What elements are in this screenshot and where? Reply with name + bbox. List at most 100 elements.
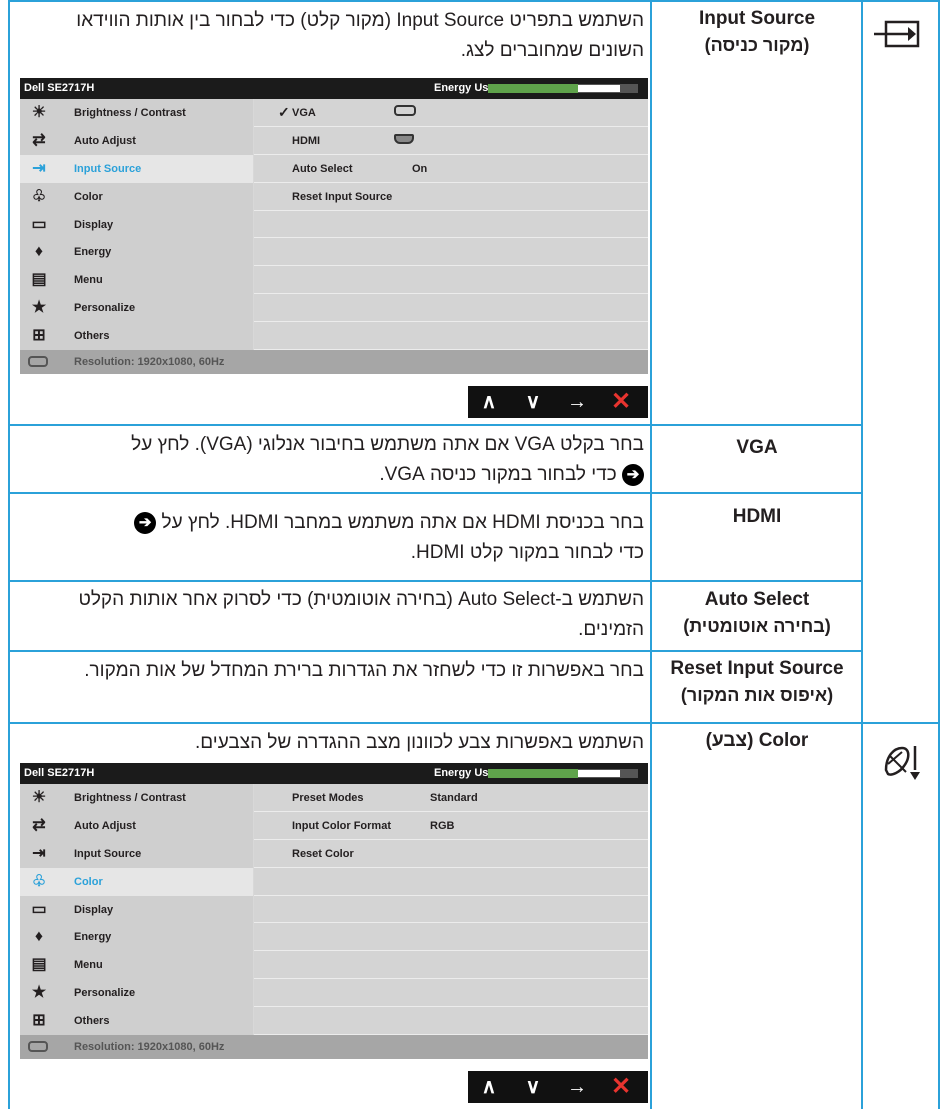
osd-submenu-row	[254, 951, 648, 980]
osd-menu-item[interactable]: ⇥ Input Source	[20, 154, 253, 183]
osd-menu-label: Personalize	[74, 987, 136, 1000]
label-he: (מקור כניסה)	[704, 35, 810, 55]
osd-menu-item[interactable]: ♦ Energy	[20, 923, 253, 951]
menu-icon: ▤	[31, 956, 47, 974]
osd-menu-item[interactable]: ☀ Brightness / Contrast	[20, 99, 253, 127]
label-he: (איפוס אות המקור)	[680, 685, 834, 705]
nav-down-button[interactable]: ∨	[518, 389, 548, 415]
label-auto-select: Auto Select (בחירה אוטומטית)	[654, 587, 860, 639]
osd-menu-label: Display	[74, 903, 114, 916]
osd-title-bar: Dell SE2717H Energy Use	[20, 78, 648, 99]
color-icon: ♧	[31, 872, 47, 890]
star-icon: ★	[31, 299, 47, 317]
desc-color: השתמש באפשרות צבע לכוונון מצב ההגדרה של …	[194, 732, 644, 753]
others-icon: ⊞	[32, 1012, 46, 1030]
osd-menu-label: Others	[74, 1015, 110, 1028]
osd-body: ☀ Brightness / Contrast ⇄ Auto Adjust ⇥ Input…	[20, 784, 648, 1036]
osd-menu-item[interactable]: ▤ Menu	[20, 951, 253, 979]
osd-menu-item[interactable]: ▤ Menu	[20, 266, 253, 294]
label-reset-input: Reset Input Source (איפוס אות המקור)	[654, 656, 860, 708]
nav-enter-button[interactable]: →	[562, 1074, 592, 1100]
table-border-top	[8, 0, 940, 2]
input-source-icon: ⇥	[32, 159, 46, 177]
osd-submenu-row[interactable]: HDMI	[254, 127, 648, 155]
row-divider	[8, 722, 940, 724]
osd-submenu-row[interactable]: Preset Modes Standard	[254, 784, 648, 812]
label-he: (בחירה אוטומטית)	[683, 616, 831, 636]
osd-menu-item[interactable]: ♦ Energy	[20, 238, 253, 266]
osd-menu-label: Brightness / Contrast	[74, 107, 186, 119]
osd-menu-item[interactable]: ▭ Display	[20, 211, 253, 239]
energy-meter	[488, 84, 638, 93]
sun-icon: ☀	[31, 104, 47, 121]
osd-submenu-row	[254, 211, 648, 239]
osd-menu-label: Color	[74, 190, 103, 203]
osd-menu: ☀ Brightness / Contrast ⇄ Auto Adjust ⇥ Input…	[20, 784, 253, 1035]
desc-input-source: השתמש בתפריט Input Source (מקור קלט) כדי…	[76, 10, 644, 61]
osd-menu-label: Others	[74, 330, 110, 343]
osd-submenu: Preset Modes Standard Input Color Format RG…	[254, 784, 648, 1036]
osd-model: Dell SE2717H	[24, 767, 95, 779]
osd-menu-label: Display	[74, 218, 114, 231]
osd-menu-item[interactable]: ⊞ Others	[20, 322, 253, 350]
osd-menu-item[interactable]: ♧ Color	[20, 867, 253, 896]
display-icon: ▭	[31, 900, 47, 918]
osd-menu-item[interactable]: ⇄ Auto Adjust	[20, 127, 253, 155]
osd-submenu-row[interactable]: Reset Color	[254, 840, 648, 868]
osd-menu: ☀ Brightness / Contrast ⇄ Auto Adjust ⇥ Input…	[20, 99, 253, 350]
osd-menu-label: Personalize	[74, 302, 136, 315]
desc-text: כדי לבחור במקור כניסה VGA.	[379, 464, 617, 485]
row-divider	[8, 650, 863, 652]
manual-page: Input Source (מקור כניסה) VGA HDMI Auto …	[8, 0, 940, 1109]
osd-submenu-row[interactable]: ✓ VGA	[254, 99, 648, 127]
osd-menu-label: Auto Adjust	[74, 134, 136, 147]
energy-icon: ♦	[34, 928, 44, 946]
desc-vga: בחר בקלט VGA אם אתה משתמש בחיבור אנלוגי …	[18, 430, 644, 490]
osd-submenu-row	[254, 868, 648, 896]
osd-option-label: Input Color Format	[292, 819, 391, 832]
osd-menu-item[interactable]: ☀ Brightness / Contrast	[20, 784, 253, 812]
osd-menu-item[interactable]: ▭ Display	[20, 896, 253, 924]
nav-up-button[interactable]: ∧	[474, 389, 504, 415]
osd-option-label: VGA	[292, 107, 316, 119]
osd-menu-item[interactable]: ♧ Color	[20, 183, 253, 211]
osd-energy-label: Energy Use	[434, 767, 495, 779]
menu-icon: ▤	[31, 271, 47, 289]
osd-menu-label: Input Source	[74, 162, 142, 175]
osd-menu-item[interactable]: ⇄ Auto Adjust	[20, 812, 253, 840]
nav-exit-button[interactable]: ✕	[606, 389, 636, 415]
osd-footer: Resolution: 1920x1080, 60Hz	[20, 350, 648, 374]
energy-icon: ♦	[34, 243, 44, 261]
osd-menu-item[interactable]: ★ Personalize	[20, 294, 253, 322]
osd-menu-label: Auto Adjust	[74, 819, 136, 832]
osd-submenu-row	[254, 923, 648, 952]
osd-submenu-row[interactable]: Reset Input Source	[254, 183, 648, 211]
osd-menu-label: Menu	[74, 959, 103, 972]
osd-footer: Resolution: 1920x1080, 60Hz	[20, 1035, 648, 1059]
nav-up-button[interactable]: ∧	[474, 1074, 504, 1100]
check-icon: ✓	[278, 104, 290, 120]
osd-menu-item[interactable]: ★ Personalize	[20, 979, 253, 1007]
desc-text: בחר בכניסת HDMI אם אתה משתמש במחבר HDMI.…	[161, 512, 645, 533]
osd-menu-item[interactable]: ⇥ Input Source	[20, 840, 253, 868]
osd-nav-buttons: ∧ ∨ → ✕	[468, 386, 648, 418]
energy-meter	[488, 769, 638, 778]
osd-option-label: Auto Select	[292, 162, 353, 175]
table-border-right	[938, 0, 940, 1109]
nav-exit-button[interactable]: ✕	[606, 1074, 636, 1100]
osd-submenu-row[interactable]: Auto Select On	[254, 155, 648, 183]
sun-icon: ☀	[31, 789, 47, 806]
nav-enter-button[interactable]: →	[562, 389, 592, 415]
osd-option-label: Reset Color	[292, 847, 354, 860]
label-vga: VGA	[736, 437, 778, 458]
osd-energy-label: Energy Use	[434, 82, 495, 94]
desc-text: כדי לבחור במקור קלט HDMI.	[410, 542, 644, 563]
table-divider-desc	[650, 0, 652, 1109]
osd-submenu-row[interactable]: Input Color Format RGB	[254, 812, 648, 840]
osd-resolution: Resolution: 1920x1080, 60Hz	[74, 356, 225, 368]
osd-menu-item[interactable]: ⊞ Others	[20, 1007, 253, 1035]
nav-down-button[interactable]: ∨	[518, 1074, 548, 1100]
label-color: Color (צבע)	[705, 730, 809, 751]
table-border-left	[8, 0, 10, 1109]
osd-option-label: HDMI	[292, 134, 321, 147]
